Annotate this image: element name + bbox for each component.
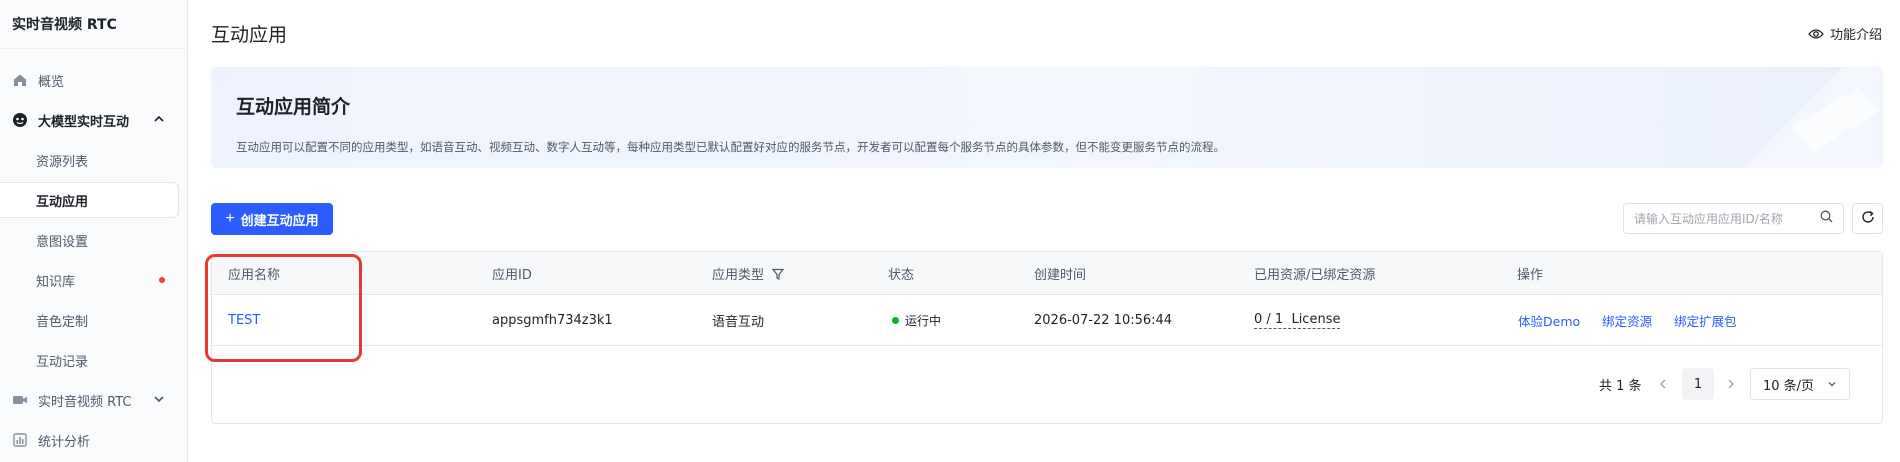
sidebar-item-knowledge-base[interactable]: 知识库 — [0, 262, 179, 298]
sidebar-item-label: 大模型实时互动 — [38, 114, 130, 130]
sidebar-item-label: 概览 — [38, 74, 65, 90]
sidebar-item-label: 知识库 — [36, 274, 76, 290]
chevron-left-icon — [1660, 379, 1666, 389]
prev-page-button[interactable] — [1658, 368, 1668, 400]
bind-resource-link[interactable]: 绑定资源 — [1602, 311, 1652, 330]
chevron-up-icon — [153, 113, 165, 129]
sidebar-item-label: 互动应用 — [36, 194, 89, 210]
home-icon — [12, 72, 28, 88]
column-header-actions: 操作 — [1517, 268, 1544, 283]
apps-table: 应用名称 应用ID 应用类型 状态 创建时间 已用资源/已绑定资源 操作 TES… — [211, 251, 1883, 424]
feature-intro-label: 功能介绍 — [1829, 28, 1882, 43]
status-badge: 运行中 — [905, 313, 942, 328]
notification-dot — [159, 277, 165, 283]
banner-description: 互动应用可以配置不同的应用类型，如语音互动、视频互动、数字人互动等，每种应用类型… — [236, 140, 1225, 154]
eye-icon — [1808, 28, 1824, 40]
sidebar-item-llm-interaction[interactable]: 大模型实时互动 — [0, 102, 179, 138]
column-header-resources: 已用资源/已绑定资源 — [1254, 268, 1376, 283]
next-page-button[interactable] — [1726, 368, 1736, 400]
sidebar-brand: 实时音视频 RTC — [0, 0, 187, 49]
try-demo-link[interactable]: 体验Demo — [1518, 311, 1580, 330]
chevron-down-icon — [1828, 382, 1836, 387]
ai-robot-icon — [12, 112, 28, 128]
status-cell: 运行中 — [892, 295, 941, 345]
page-size-value: 10 条/页 — [1763, 378, 1815, 394]
sidebar: 实时音视频 RTC 概览 大模型实时互动 资源列表 互动应用 意图设置 知识库 … — [0, 0, 188, 462]
column-header-name: 应用名称 — [228, 268, 281, 283]
resources-value[interactable]: 0 / 1 License — [1254, 312, 1341, 329]
intro-banner: 互动应用简介 互动应用可以配置不同的应用类型，如语音互动、视频互动、数字人互动等… — [211, 67, 1883, 168]
sidebar-item-rtc[interactable]: 实时音视频 RTC — [0, 382, 179, 418]
table-header: 应用名称 应用ID 应用类型 状态 创建时间 已用资源/已绑定资源 操作 — [212, 252, 1882, 295]
sidebar-item-overview[interactable]: 概览 — [0, 62, 179, 98]
sidebar-item-label: 实时音视频 RTC — [38, 394, 132, 410]
refresh-button[interactable] — [1852, 203, 1883, 234]
app-name-link[interactable]: TEST — [228, 295, 260, 345]
sidebar-item-label: 音色定制 — [36, 314, 89, 330]
pagination-total: 共 1 条 — [1599, 378, 1642, 394]
app-type-cell: 语音互动 — [712, 314, 765, 330]
filter-icon[interactable] — [772, 268, 785, 280]
page-size-select[interactable]: 10 条/页 — [1750, 368, 1850, 400]
search-box[interactable] — [1623, 203, 1844, 234]
column-header-app-id: 应用ID — [492, 268, 532, 283]
row-divider — [212, 345, 1882, 346]
banner-title: 互动应用简介 — [236, 96, 351, 118]
resources-cell[interactable]: 0 / 1 License — [1254, 295, 1341, 345]
column-header-app-type[interactable]: 应用类型 — [712, 252, 785, 295]
search-icon[interactable] — [1820, 210, 1833, 227]
sidebar-item-voice-customization[interactable]: 音色定制 — [0, 302, 179, 338]
column-header-app-type-label: 应用类型 — [712, 268, 765, 283]
status-running-dot — [892, 316, 899, 324]
banner-decoration — [1743, 67, 1883, 168]
sidebar-item-label: 意图设置 — [36, 234, 89, 250]
create-app-button[interactable]: + 创建互动应用 — [211, 203, 333, 235]
column-header-created: 创建时间 — [1034, 268, 1087, 283]
plus-icon: + — [225, 210, 235, 227]
sidebar-item-analytics[interactable]: 统计分析 — [0, 422, 179, 458]
feature-intro-link[interactable]: 功能介绍 — [1808, 24, 1882, 43]
page-title: 互动应用 — [211, 24, 288, 46]
video-icon — [12, 392, 28, 408]
chevron-right-icon — [1728, 379, 1734, 389]
page-number-current[interactable]: 1 — [1682, 368, 1714, 400]
sidebar-item-label: 互动记录 — [36, 354, 89, 370]
column-header-status: 状态 — [888, 268, 915, 283]
chart-icon — [12, 432, 28, 448]
sidebar-item-interactive-apps[interactable]: 互动应用 — [0, 182, 179, 218]
bind-extension-pack-link[interactable]: 绑定扩展包 — [1674, 311, 1737, 330]
created-time-cell: 2026-07-22 10:56:44 — [1034, 312, 1173, 328]
actions-cell: 体验Demo 绑定资源 绑定扩展包 — [1518, 295, 1759, 345]
sidebar-item-interaction-records[interactable]: 互动记录 — [0, 342, 179, 378]
chevron-down-icon — [153, 393, 165, 409]
app-id-cell: appsgmfh734z3k1 — [492, 312, 613, 328]
create-app-label: 创建互动应用 — [240, 212, 319, 228]
sidebar-item-label: 统计分析 — [38, 434, 91, 450]
search-input[interactable] — [1634, 211, 1820, 226]
sidebar-item-intent-settings[interactable]: 意图设置 — [0, 222, 179, 258]
refresh-icon — [1861, 210, 1875, 227]
sidebar-item-label: 资源列表 — [36, 154, 89, 170]
sidebar-item-resource-list[interactable]: 资源列表 — [0, 142, 179, 178]
